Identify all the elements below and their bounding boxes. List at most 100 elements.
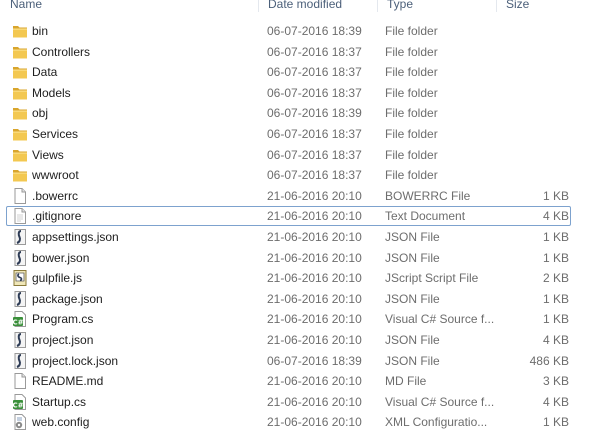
folder-row[interactable]: Services 06-07-2016 18:37 File folder: [6, 124, 571, 144]
folder-row[interactable]: wwwroot 06-07-2016 18:37 File folder: [6, 165, 571, 185]
folder-row[interactable]: obj 06-07-2016 18:39 File folder: [6, 103, 571, 123]
file-row[interactable]: project.lock.json 06-07-2016 18:39 JSON Fi…: [6, 351, 571, 371]
file-size: 1 KB: [542, 188, 569, 203]
file-type: BOWERRC File: [385, 188, 471, 203]
file-date-modified: 21-06-2016 20:10: [267, 333, 362, 347]
file-date-modified: 21-06-2016 20:10: [267, 394, 362, 409]
file-row[interactable]: bower.json 21-06-2016 20:10 JSON File 1 KB: [6, 248, 571, 268]
file-row[interactable]: web.config 21-06-2016 20:10 XML Configurat…: [6, 412, 571, 432]
file-size: 4 KB: [542, 394, 569, 409]
file-row[interactable]: project.json 21-06-2016 20:10 JSON File 4 K…: [6, 330, 571, 350]
csharp-file-icon: C#: [11, 310, 29, 328]
file-row[interactable]: appsettings.json 21-06-2016 20:10 JSON Fil…: [6, 227, 571, 247]
file-type: MD File: [385, 374, 427, 389]
blank-file-icon: [11, 187, 29, 205]
file-size: [497, 104, 569, 122]
file-type: File folder: [385, 65, 438, 80]
file-date-modified: 21-06-2016 20:10: [267, 291, 362, 306]
file-name: Data: [32, 65, 58, 80]
folder-icon: [11, 43, 29, 61]
file-name: project.json: [32, 333, 94, 347]
folder-row[interactable]: bin 06-07-2016 18:39 File folder: [6, 21, 571, 41]
folder-icon: [11, 22, 29, 40]
file-name: .bowerrc: [32, 188, 79, 203]
file-date-modified: 21-06-2016 20:10: [267, 209, 362, 224]
file-size: 1 KB: [542, 415, 569, 430]
file-size: [497, 63, 569, 81]
file-date-modified: 06-07-2016 18:37: [267, 127, 362, 141]
file-row[interactable]: .bowerrc 21-06-2016 20:10 BOWERRC File 1 KB: [6, 186, 571, 206]
file-type: JSON File: [385, 230, 440, 244]
svg-text:C#: C#: [12, 319, 23, 327]
folder-icon: [11, 125, 29, 143]
file-type: Text Document: [385, 209, 466, 224]
file-date-modified: 21-06-2016 20:10: [267, 312, 362, 327]
file-row[interactable]: .gitignore 21-06-2016 20:10 Text Document 4…: [6, 206, 571, 227]
file-type: Visual C# Source f...: [385, 312, 495, 327]
file-row[interactable]: C# Startup.cs 21-06-2016 20:10 Visual C# So…: [6, 392, 571, 412]
file-date-modified: 06-07-2016 18:37: [267, 85, 362, 100]
file-date-modified: 06-07-2016 18:37: [267, 147, 362, 162]
file-date-modified: 06-07-2016 18:39: [267, 353, 362, 368]
file-type: File folder: [385, 168, 438, 183]
file-type: JScript Script File: [385, 271, 479, 286]
file-size: 3 KB: [542, 374, 569, 389]
file-name: wwwroot: [32, 168, 79, 183]
file-type: JSON File: [385, 250, 440, 265]
script-file-icon: [11, 269, 29, 287]
folder-row[interactable]: Models 06-07-2016 18:37 File folder: [6, 83, 571, 103]
folder-icon: [11, 63, 29, 81]
folder-icon: [11, 166, 29, 184]
folder-row[interactable]: Views 06-07-2016 18:37 File folder: [6, 145, 571, 165]
file-name: web.config: [32, 415, 90, 430]
file-size: 4 KB: [542, 333, 569, 347]
column-header-name[interactable]: Name: [0, 0, 262, 12]
file-name: .gitignore: [32, 209, 82, 224]
file-row[interactable]: C# Program.cs 21-06-2016 20:10 Visual C# So…: [6, 309, 571, 329]
blank-file-icon: [11, 372, 29, 390]
file-type: Visual C# Source f...: [385, 394, 495, 409]
folder-icon: [11, 146, 29, 164]
json-file-icon: [11, 249, 29, 267]
file-date-modified: 21-06-2016 20:10: [267, 271, 362, 286]
column-header-size[interactable]: Size: [496, 0, 576, 12]
file-date-modified: 21-06-2016 20:10: [267, 230, 362, 244]
config-file-icon: [11, 413, 29, 431]
file-name: README.md: [32, 374, 104, 389]
csharp-file-icon: C#: [11, 393, 29, 411]
file-size: 1 KB: [542, 230, 569, 244]
file-date-modified: 06-07-2016 18:39: [267, 106, 362, 121]
file-row[interactable]: README.md 21-06-2016 20:10 MD File 3 KB: [6, 371, 571, 391]
file-type: JSON File: [385, 291, 440, 306]
file-name: Controllers: [32, 44, 91, 59]
file-row[interactable]: package.json 21-06-2016 20:10 JSON File 1 K…: [6, 289, 571, 309]
folder-icon: [11, 104, 29, 122]
json-file-icon: [11, 290, 29, 308]
file-type: File folder: [385, 44, 438, 59]
folder-row[interactable]: Data 06-07-2016 18:37 File folder: [6, 62, 571, 82]
file-size: [497, 125, 569, 143]
file-name: project.lock.json: [32, 353, 119, 368]
file-name: obj: [32, 106, 49, 121]
column-header-bar: Name Date modified Type Size: [0, 0, 602, 12]
file-date-modified: 21-06-2016 20:10: [267, 250, 362, 265]
text-file-icon: [11, 207, 29, 225]
file-date-modified: 06-07-2016 18:37: [267, 65, 362, 80]
file-date-modified: 06-07-2016 18:39: [267, 24, 362, 38]
file-date-modified: 21-06-2016 20:10: [267, 374, 362, 389]
column-header-type[interactable]: Type: [377, 0, 495, 12]
file-name: Services: [32, 127, 79, 141]
file-name: Views: [32, 147, 64, 162]
file-name: Models: [32, 85, 71, 100]
file-type: XML Configuratio...: [385, 415, 488, 430]
file-size: 1 KB: [542, 291, 569, 306]
file-date-modified: 21-06-2016 20:10: [267, 415, 362, 430]
folder-row[interactable]: Controllers 06-07-2016 18:37 File folder: [6, 42, 571, 62]
file-size: 4 KB: [542, 209, 569, 224]
file-type: File folder: [385, 147, 438, 162]
file-size: 1 KB: [542, 312, 569, 327]
file-size: [497, 84, 569, 102]
column-header-date[interactable]: Date modified: [258, 0, 376, 12]
file-name: package.json: [32, 291, 103, 306]
file-row[interactable]: gulpfile.js 21-06-2016 20:10 JScript Scrip…: [6, 268, 571, 288]
